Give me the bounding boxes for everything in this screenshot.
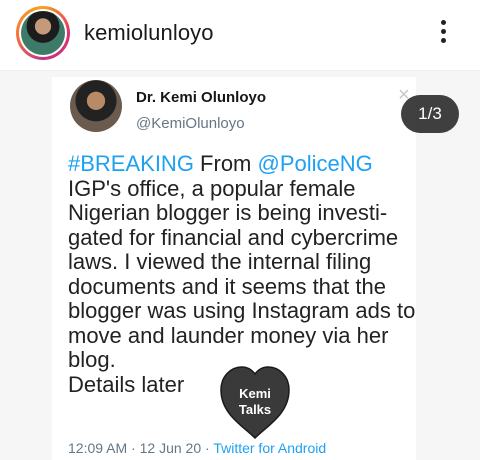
avatar-photo <box>21 11 65 55</box>
tweet-author-name: Dr. Kemi Olunloyo <box>136 89 267 106</box>
avatar-image <box>19 9 67 57</box>
tweet-author-handle: @KemiOlunloyo <box>136 115 245 132</box>
tweet-separator: · <box>127 440 140 456</box>
tweet-from-text: From <box>193 151 258 176</box>
watermark-text-line2: Talks <box>239 402 271 417</box>
tweet-closing: Details later <box>68 371 185 397</box>
watermark-text-line1: Kemi <box>239 386 271 401</box>
profile-avatar[interactable] <box>16 6 70 60</box>
username[interactable]: kemiolunloyo <box>84 20 214 46</box>
tweet-body: IGP's office, a popular female Nigerian … <box>68 175 416 372</box>
tweet-author-avatar <box>70 80 122 132</box>
tweet-hashtag: #BREAKING <box>68 151 194 176</box>
post-header: kemiolunloyo <box>0 0 480 70</box>
tweet-date: 12 Jun 20 <box>139 440 202 456</box>
watermark-heart-logo: Kemi Talks <box>220 366 290 440</box>
tweet-source: Twitter for Android <box>213 440 327 456</box>
tweet-separator-2: · <box>201 440 214 456</box>
tweet-text: #BREAKING From @PoliceNG IGP's office, a… <box>68 151 428 397</box>
tweet-meta: 12:09 AM · 12 Jun 20 · Twitter for Andro… <box>68 440 326 456</box>
vertical-ellipsis-icon[interactable] <box>438 20 448 48</box>
tweet-mention: @PoliceNG <box>257 151 373 176</box>
carousel-counter: 1/3 <box>401 95 459 133</box>
tweet-time: 12:09 AM <box>68 440 128 456</box>
